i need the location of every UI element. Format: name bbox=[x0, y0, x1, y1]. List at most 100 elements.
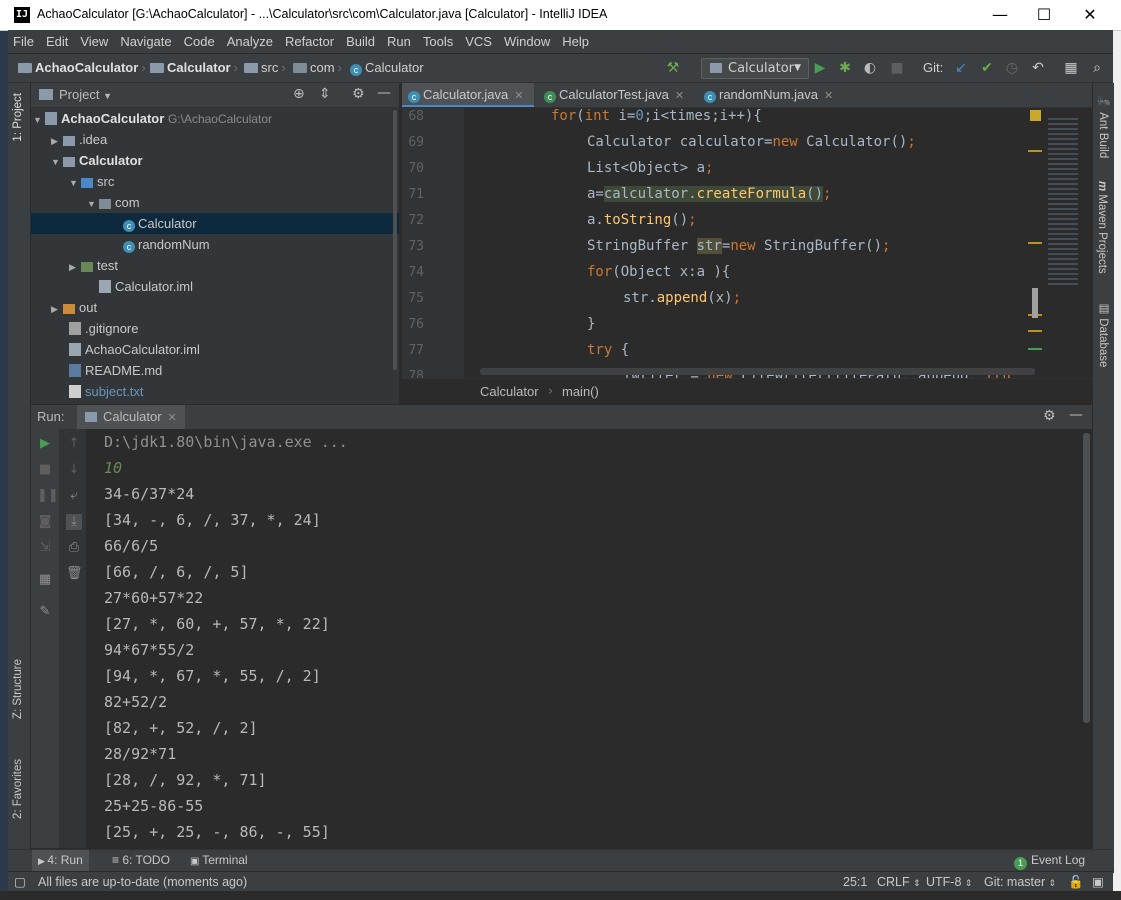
caret-position[interactable]: 25:1 bbox=[843, 872, 867, 892]
favorites-tool-button[interactable]: 2: Favorites bbox=[12, 759, 24, 819]
ant-build-tool-button[interactable]: 🐜 Ant Build bbox=[1096, 95, 1110, 158]
run-tool-tab[interactable]: ▶ 4: Run bbox=[32, 850, 89, 872]
todo-tool-tab[interactable]: ≡ 6: TODO bbox=[112, 850, 170, 871]
dump-threads-icon[interactable]: ◙ bbox=[37, 514, 53, 530]
tree-item-out[interactable]: ▶ out bbox=[31, 297, 399, 318]
tree-item-com[interactable]: ▼ com bbox=[31, 192, 399, 213]
minimap-viewport[interactable] bbox=[1032, 288, 1038, 318]
maven-tool-button[interactable]: m Maven Projects bbox=[1096, 181, 1108, 274]
minimize-button[interactable]: — bbox=[977, 0, 1023, 30]
structure-tool-button[interactable]: Z: Structure bbox=[12, 659, 24, 719]
git-update-icon[interactable]: ↙ bbox=[953, 59, 969, 77]
coverage-icon[interactable]: ◐ bbox=[862, 59, 878, 77]
close-icon[interactable]: ✕ bbox=[824, 90, 833, 102]
tree-item-calculator-module[interactable]: ▼ Calculator bbox=[31, 150, 399, 171]
breadcrumb-class[interactable]: Calculator bbox=[480, 379, 539, 404]
arrow-up-icon[interactable]: ↑ bbox=[66, 436, 82, 452]
close-icon[interactable]: ✕ bbox=[168, 412, 177, 424]
status-message[interactable]: All files are up-to-date (moments ago) bbox=[38, 872, 247, 892]
git-history-icon[interactable]: ◷ bbox=[1004, 59, 1020, 77]
tree-item-achaocalculator-iml[interactable]: AchaoCalculator.iml bbox=[31, 339, 399, 360]
project-view-selector[interactable]: Project ▼ bbox=[59, 83, 112, 108]
warning-marker[interactable] bbox=[1028, 330, 1042, 332]
menu-vcs[interactable]: VCS bbox=[459, 30, 498, 53]
close-icon[interactable]: ✕ bbox=[514, 90, 523, 102]
error-stripe[interactable] bbox=[1028, 108, 1092, 378]
line-separator[interactable]: CRLF ⇕ bbox=[877, 872, 921, 893]
console-output[interactable]: D:\jdk1.80\bin\java.exe ... 10 34-6/37*2… bbox=[86, 429, 1082, 848]
arrow-down-icon[interactable]: ↓ bbox=[66, 462, 82, 478]
console-scroll-thumb[interactable] bbox=[1083, 433, 1090, 723]
menu-refactor[interactable]: Refactor bbox=[279, 30, 340, 53]
tree-item-idea[interactable]: ▶ .idea bbox=[31, 129, 399, 150]
menu-run[interactable]: Run bbox=[381, 30, 417, 53]
tree-item-gitignore[interactable]: .gitignore bbox=[31, 318, 399, 339]
rerun-icon[interactable]: ▶ bbox=[37, 436, 53, 452]
lock-icon[interactable]: 🔓 bbox=[1068, 872, 1084, 892]
project-scrollbar[interactable] bbox=[393, 110, 397, 370]
terminal-tool-tab[interactable]: ▣ Terminal bbox=[190, 850, 248, 872]
tab-calculator-java[interactable]: c Calculator.java ✕ bbox=[402, 83, 534, 107]
file-encoding[interactable]: UTF-8 ⇕ bbox=[926, 872, 972, 893]
nav-crumb-project[interactable]: AchaoCalculator › bbox=[18, 54, 149, 82]
hide-panel-icon[interactable]: — bbox=[377, 85, 391, 101]
menu-build[interactable]: Build bbox=[340, 30, 381, 53]
warning-marker[interactable] bbox=[1028, 150, 1042, 152]
tree-item-readme[interactable]: README.md bbox=[31, 360, 399, 381]
trash-icon[interactable]: 🗑 bbox=[66, 566, 83, 582]
tab-calculatortest-java[interactable]: c CalculatorTest.java ✕ bbox=[538, 83, 696, 107]
code-editor[interactable]: for(int i=0;i<times;i++){ Calculator cal… bbox=[464, 108, 1044, 378]
menu-view[interactable]: View bbox=[74, 30, 114, 53]
editor-horizontal-scrollbar[interactable] bbox=[480, 368, 1035, 375]
pause-icon[interactable]: ❚❚ bbox=[37, 488, 59, 504]
toggle-tool-windows-icon[interactable]: ▢ bbox=[14, 872, 26, 892]
project-tool-button[interactable]: 1: Project bbox=[12, 93, 24, 142]
close-icon[interactable]: ✕ bbox=[675, 90, 684, 102]
tree-item-test[interactable]: ▶ test bbox=[31, 255, 399, 276]
tree-item-root[interactable]: ▼ AchaoCalculator G:\AchaoCalculator bbox=[31, 108, 399, 129]
menu-code[interactable]: Code bbox=[178, 30, 221, 53]
tree-item-subject-txt[interactable]: subject.txt bbox=[31, 381, 399, 402]
nav-crumb-class[interactable]: c Calculator bbox=[350, 54, 424, 82]
pin-icon[interactable]: ✎ bbox=[37, 604, 53, 620]
inspector-icon[interactable]: ▣ bbox=[1092, 872, 1104, 892]
git-commit-icon[interactable]: ✔ bbox=[979, 59, 995, 77]
menu-analyze[interactable]: Analyze bbox=[221, 30, 279, 53]
console-scrollbar[interactable] bbox=[1082, 429, 1092, 848]
menu-file[interactable]: File bbox=[8, 30, 40, 53]
soft-wrap-icon[interactable]: ⤶ bbox=[66, 488, 82, 504]
exit-icon[interactable]: ⇲ bbox=[37, 540, 53, 556]
nav-crumb-module[interactable]: Calculator › bbox=[150, 54, 241, 82]
database-tool-button[interactable]: ▤ Database bbox=[1096, 301, 1110, 367]
menu-navigate[interactable]: Navigate bbox=[114, 30, 177, 53]
menu-help[interactable]: Help bbox=[556, 30, 595, 53]
stop-icon[interactable]: ■ bbox=[889, 59, 905, 77]
locate-icon[interactable]: ⊕ bbox=[293, 86, 305, 102]
tree-item-calculator-iml[interactable]: Calculator.iml bbox=[31, 276, 399, 297]
nav-crumb-src[interactable]: src › bbox=[244, 54, 289, 82]
search-everywhere-icon[interactable]: ⌕ bbox=[1089, 59, 1105, 77]
git-branch[interactable]: Git: master ⇕ bbox=[984, 872, 1056, 893]
warning-marker[interactable] bbox=[1028, 242, 1042, 244]
event-log-tool-tab[interactable]: 1 Event Log bbox=[1014, 850, 1085, 871]
collapse-all-icon[interactable]: ⇕ bbox=[319, 86, 331, 102]
warning-icon[interactable] bbox=[1030, 110, 1041, 121]
run-configuration-select[interactable]: Calculator ▼ bbox=[701, 58, 809, 79]
menu-tools[interactable]: Tools bbox=[417, 30, 459, 53]
tree-item-randomnum-class[interactable]: c randomNum bbox=[31, 234, 399, 255]
breadcrumb-method[interactable]: main() bbox=[562, 379, 599, 404]
layout-icon[interactable]: ▦ bbox=[37, 572, 53, 588]
tree-item-calculator-class[interactable]: c Calculator bbox=[31, 213, 399, 234]
hide-panel-icon[interactable]: — bbox=[1069, 407, 1083, 423]
nav-crumb-com[interactable]: com › bbox=[293, 54, 345, 82]
git-revert-icon[interactable]: ↶ bbox=[1030, 59, 1046, 77]
run-icon[interactable]: ▶ bbox=[812, 59, 828, 77]
menu-window[interactable]: Window bbox=[498, 30, 556, 53]
scroll-to-end-icon[interactable]: ⤓ bbox=[66, 514, 82, 530]
tab-randomnum-java[interactable]: c randomNum.java ✕ bbox=[698, 83, 846, 107]
menu-edit[interactable]: Edit bbox=[40, 30, 74, 53]
gear-icon[interactable]: ⚙ bbox=[1043, 408, 1056, 424]
print-icon[interactable]: ⎙ bbox=[66, 540, 82, 556]
project-structure-icon[interactable]: ▦ bbox=[1063, 59, 1079, 77]
close-button[interactable]: ✕ bbox=[1067, 0, 1113, 30]
